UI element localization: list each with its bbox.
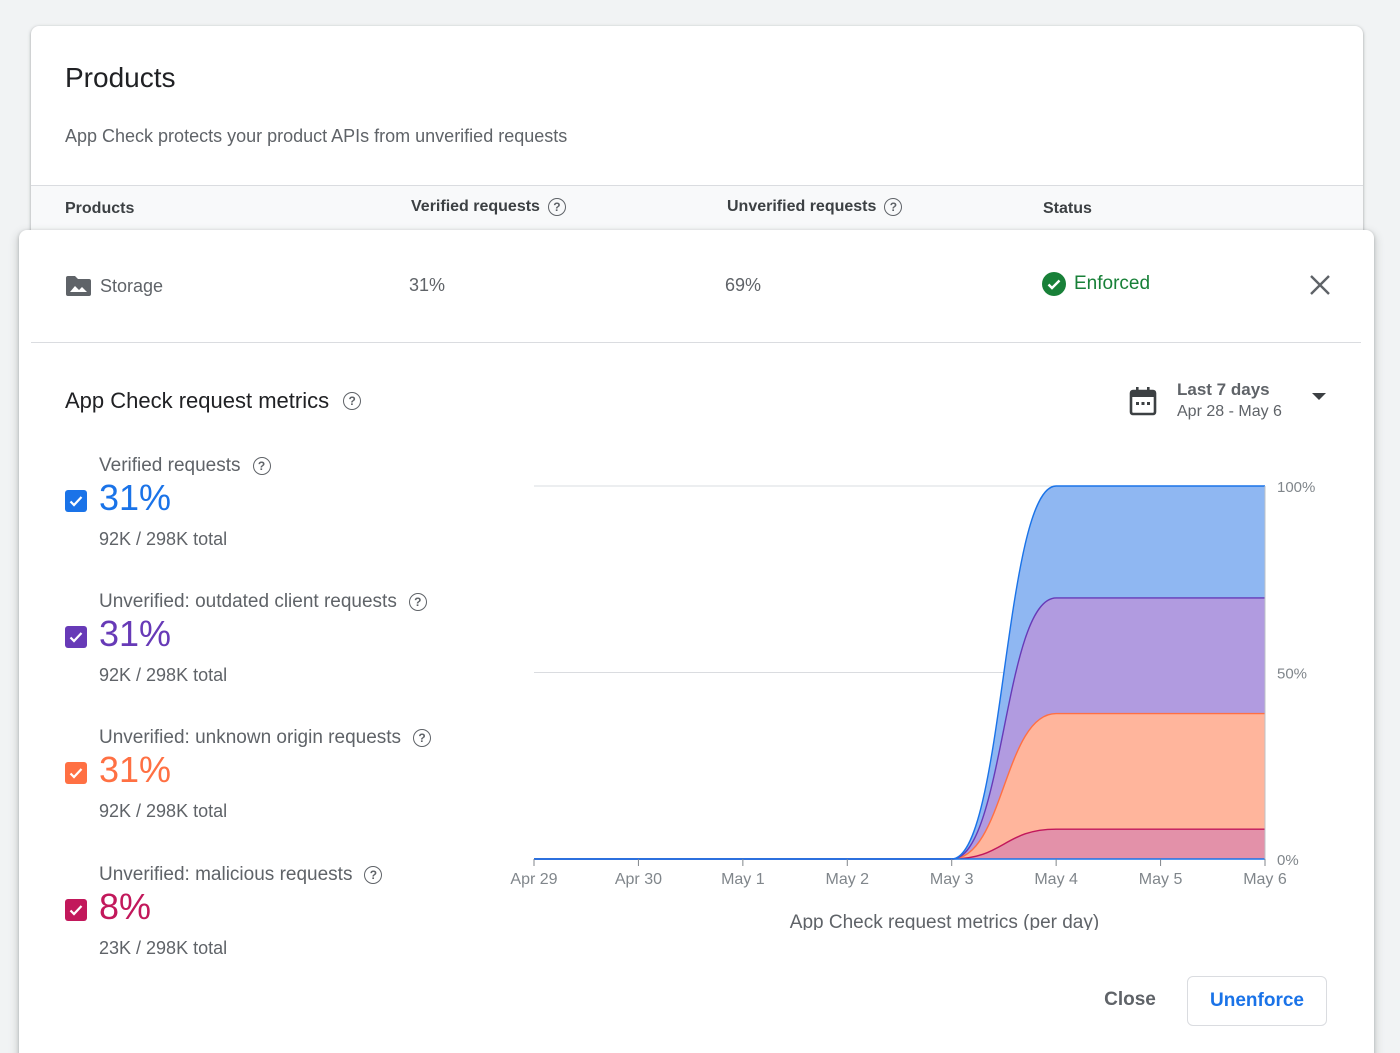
product-name: Storage (100, 275, 164, 296)
status-text: Enforced (1074, 273, 1151, 294)
chevron-down-icon (1311, 393, 1326, 400)
legend-checkbox[interactable] (65, 762, 87, 784)
x-tick-label: Apr 29 (510, 871, 557, 888)
legend-checkbox[interactable] (65, 899, 87, 921)
column-header-verified: Verified requests ? (411, 198, 566, 216)
area-chart: Apr 29 Apr 30 May 1 May 2 May 3 May 4 May 5 May… (510, 479, 1315, 930)
calendar-icon (1129, 386, 1157, 415)
check-icon (69, 905, 83, 916)
x-tick-label: May 3 (930, 871, 974, 888)
products-title: Products (65, 62, 176, 93)
unverified-value: 69% (725, 275, 762, 295)
status-badge: Enforced (1042, 272, 1150, 296)
x-tick-label: May 1 (721, 871, 765, 888)
table-row[interactable]: Storage 31% 69% Enforced (31, 230, 1361, 343)
legend-percent: 31% (99, 613, 172, 654)
legend-total: 92K / 298K total (99, 529, 228, 549)
y-tick-label: 0% (1277, 852, 1299, 869)
product-cell: Storage (65, 275, 163, 297)
legend-name: Unverified: malicious requests? (99, 864, 383, 886)
x-axis-title: App Check request metrics (per day) (790, 912, 1099, 930)
legend-name: Unverified: outdated client requests? (99, 591, 427, 613)
help-icon[interactable]: ? (343, 392, 362, 410)
legend-total: 23K / 298K total (99, 938, 228, 958)
x-tick-label: May 6 (1243, 871, 1287, 888)
y-tick-label: 50% (1277, 666, 1307, 683)
column-header-unverified: Unverified requests ? (727, 198, 903, 216)
unenforce-button[interactable]: Unenforce (1187, 976, 1327, 1026)
x-tick-label: May 2 (825, 871, 869, 888)
y-tick-label: 100% (1277, 479, 1315, 496)
legend-checkbox[interactable] (65, 490, 87, 512)
x-tick-label: Apr 30 (615, 871, 662, 888)
help-icon[interactable]: ? (884, 198, 903, 216)
legend-name: Verified requests? (99, 455, 271, 477)
date-range-text: Apr 28 - May 6 (1177, 403, 1282, 420)
column-header-status: Status (1043, 200, 1092, 217)
check-icon (69, 496, 83, 507)
metrics-title: App Check request metrics ? (65, 388, 362, 414)
series-area (534, 829, 1265, 859)
verified-value: 31% (409, 275, 446, 295)
legend-total: 92K / 298K total (99, 665, 228, 685)
close-button[interactable]: Close (1085, 978, 1175, 1022)
products-subtitle: App Check protects your product APIs fro… (65, 126, 568, 146)
help-icon[interactable]: ? (408, 593, 427, 611)
product-details-panel: Storage 31% 69% Enforced App Check reque… (19, 230, 1374, 1053)
check-icon (69, 768, 83, 779)
close-icon[interactable] (1307, 272, 1333, 298)
legend-percent: 8% (99, 886, 152, 927)
legend-checkbox[interactable] (65, 626, 87, 648)
legend-total: 92K / 298K total (99, 801, 228, 821)
help-icon[interactable]: ? (252, 457, 271, 475)
help-icon[interactable]: ? (413, 729, 432, 747)
x-tick-label: May 4 (1034, 871, 1078, 888)
date-range-selector[interactable]: Last 7 days Apr 28 - May 6 (1129, 380, 1326, 421)
check-icon (69, 632, 83, 643)
legend-name: Unverified: unknown origin requests? (99, 727, 432, 749)
x-tick-label: May 5 (1139, 871, 1183, 888)
check-circle-icon (1042, 272, 1066, 296)
column-header-products: Products (65, 200, 135, 217)
legend-percent: 31% (99, 749, 172, 790)
date-label: Last 7 days (1177, 380, 1270, 399)
legend-percent: 31% (99, 477, 172, 518)
image-folder-icon (66, 276, 91, 296)
help-icon[interactable]: ? (364, 866, 383, 884)
help-icon[interactable]: ? (547, 198, 566, 216)
